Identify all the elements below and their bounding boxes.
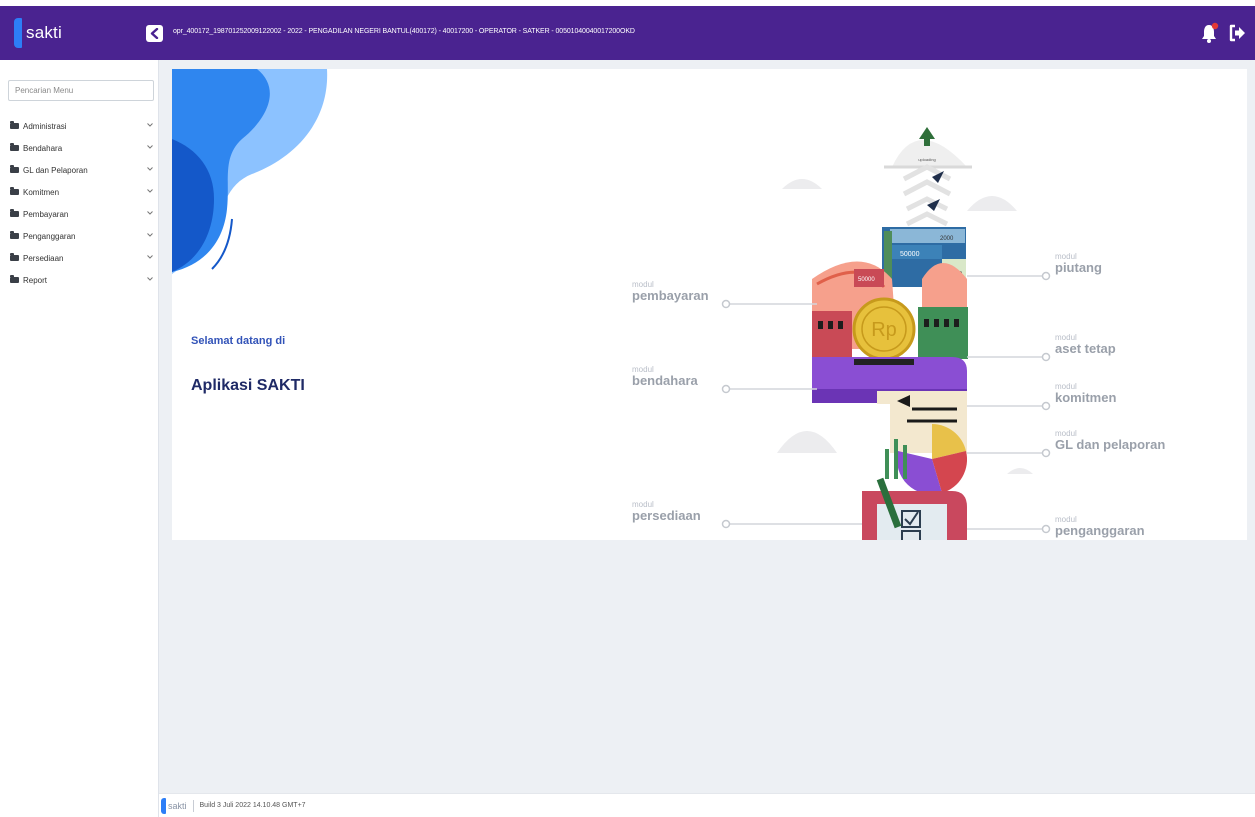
sidebar-item-label: Persediaan bbox=[23, 253, 64, 263]
sidebar-item-bendahara[interactable]: Bendahara bbox=[0, 137, 159, 159]
chevron-down-icon bbox=[147, 233, 153, 237]
footer: sakti Build 3 Juli 2022 14.10.48 GMT+7 bbox=[159, 793, 1255, 817]
module-label-aset-tetap: modul aset tetap bbox=[1055, 334, 1116, 356]
coin-label: Rp bbox=[871, 319, 897, 341]
chevron-down-icon bbox=[147, 189, 153, 193]
folder-icon bbox=[10, 121, 19, 129]
bell-icon bbox=[1202, 22, 1219, 43]
module-label-pembayaran: modul pembayaran bbox=[632, 281, 709, 303]
module-name: bendahara bbox=[632, 373, 698, 388]
folder-icon bbox=[10, 187, 19, 195]
build-info: Build 3 Juli 2022 14.10.48 GMT+7 bbox=[199, 802, 306, 809]
welcome-card: Selamat datang di Aplikasi SAKTI uploadi… bbox=[172, 69, 1247, 540]
main-content: Selamat datang di Aplikasi SAKTI uploadi… bbox=[159, 60, 1255, 793]
bill-value: 50000 bbox=[858, 277, 875, 283]
module-label-komitmen: modul komitmen bbox=[1055, 383, 1116, 405]
sidebar-item-label: Pembayaran bbox=[23, 209, 69, 219]
sidebar-item-label: GL dan Pelaporan bbox=[23, 165, 88, 175]
sidebar-item-administrasi[interactable]: Administrasi bbox=[0, 115, 159, 137]
sidebar-item-report[interactable]: Report bbox=[0, 269, 159, 291]
module-name: aset tetap bbox=[1055, 341, 1116, 356]
module-name: pembayaran bbox=[632, 288, 709, 303]
footer-logo: sakti bbox=[168, 800, 187, 811]
sidebar-item-label: Komitmen bbox=[23, 187, 60, 197]
logout-icon bbox=[1229, 24, 1245, 42]
module-label-piutang: modul piutang bbox=[1055, 253, 1102, 275]
top-navbar: sakti opr_400172_198701252009122002 - 20… bbox=[0, 6, 1255, 60]
bill-value: 50000 bbox=[900, 251, 920, 258]
chevron-down-icon bbox=[147, 123, 153, 127]
module-name: piutang bbox=[1055, 260, 1102, 275]
brand-mark bbox=[14, 18, 22, 48]
chevron-left-icon bbox=[150, 28, 159, 39]
uploading-label: uploading bbox=[918, 157, 935, 162]
bill-value: 2000 bbox=[940, 236, 954, 242]
sidebar-menu: Administrasi Bendahara GL dan Pelaporan … bbox=[0, 115, 159, 291]
folder-icon bbox=[10, 165, 19, 173]
sidebar-toggle-button[interactable] bbox=[146, 25, 163, 42]
sidebar-item-label: Penganggaran bbox=[23, 231, 76, 241]
sidebar-item-persediaan[interactable]: Persediaan bbox=[0, 247, 159, 269]
sidebar-item-komitmen[interactable]: Komitmen bbox=[0, 181, 159, 203]
folder-icon bbox=[10, 143, 19, 151]
module-name: komitmen bbox=[1055, 390, 1117, 405]
sidebar-item-pembayaran[interactable]: Pembayaran bbox=[0, 203, 159, 225]
chevron-down-icon bbox=[147, 145, 153, 149]
folder-icon bbox=[10, 209, 19, 217]
module-label-gl-dan-pelaporan: modul GL dan pelaporan bbox=[1055, 430, 1165, 452]
sakti-modules-illustration: uploading 2000 50000 50000 50000 bbox=[721, 127, 1051, 540]
notification-badge bbox=[1211, 22, 1219, 30]
user-session-info: opr_400172_198701252009122002 - 2022 - P… bbox=[173, 28, 635, 35]
module-label-persediaan: modul persediaan bbox=[632, 501, 701, 523]
chevron-down-icon bbox=[147, 211, 153, 215]
footer-divider bbox=[192, 799, 194, 812]
sidebar-item-gl-dan-pelaporan[interactable]: GL dan Pelaporan bbox=[0, 159, 159, 181]
chevron-down-icon bbox=[147, 277, 153, 281]
folder-icon bbox=[10, 231, 19, 239]
module-name: penganggaran bbox=[1055, 523, 1145, 538]
chevron-down-icon bbox=[147, 255, 153, 259]
menu-search-input[interactable] bbox=[8, 80, 154, 101]
app-title: Aplikasi SAKTI bbox=[191, 377, 305, 394]
decorative-blob bbox=[172, 69, 328, 274]
module-name: persediaan bbox=[632, 508, 701, 523]
sidebar: Administrasi Bendahara GL dan Pelaporan … bbox=[0, 60, 159, 817]
module-label-penganggaran: modul penganggaran bbox=[1055, 516, 1145, 538]
notification-button[interactable] bbox=[1200, 22, 1220, 44]
chevron-down-icon bbox=[147, 167, 153, 171]
logout-button[interactable] bbox=[1228, 23, 1248, 43]
welcome-text: Selamat datang di bbox=[191, 335, 286, 347]
sidebar-item-label: Report bbox=[23, 275, 48, 285]
module-label-bendahara: modul bendahara bbox=[632, 366, 698, 388]
sidebar-item-penganggaran[interactable]: Penganggaran bbox=[0, 225, 159, 247]
folder-icon bbox=[10, 253, 19, 261]
sidebar-item-label: Bendahara bbox=[23, 143, 63, 153]
folder-icon bbox=[10, 275, 19, 283]
sidebar-item-label: Administrasi bbox=[23, 121, 67, 131]
footer-logo-mark bbox=[161, 797, 166, 814]
module-name: GL dan pelaporan bbox=[1055, 437, 1166, 452]
brand-name: sakti bbox=[26, 23, 62, 42]
brand-logo[interactable]: sakti bbox=[0, 6, 159, 60]
